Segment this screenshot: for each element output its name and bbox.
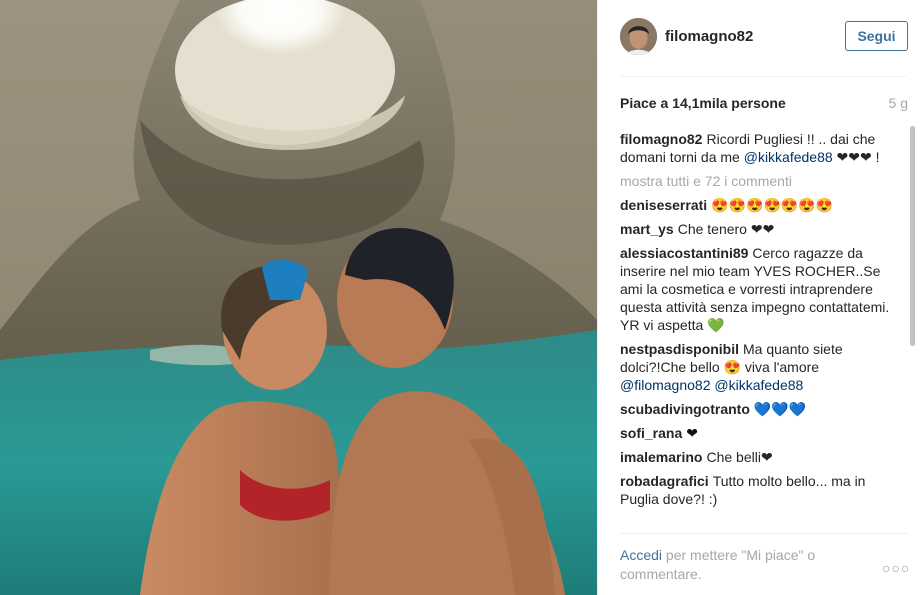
likes-row: Piace a 14,1mila persone 5 g [620,95,908,115]
comment-author[interactable]: scubadivingotranto [620,401,750,417]
caption-author[interactable]: filomagno82 [620,131,702,147]
login-link[interactable]: Accedi [620,547,662,563]
post-details-panel: filomagno82 Segui Piace a 14,1mila perso… [597,0,921,595]
comment-item: scubadivingotranto 💙💙💙 [620,400,900,418]
show-all-comments-link[interactable]: mostra tutti e 72 i commenti [620,172,900,190]
more-options-icon[interactable]: ○○○ [882,560,910,576]
comment-item: alessiacostantini89 Cerco ragazze da inse… [620,244,900,334]
caption: filomagno82 Ricordi Pugliesi !! .. dai ch… [620,130,900,166]
post-photo[interactable] [0,0,597,595]
post-username[interactable]: filomagno82 [665,28,753,45]
avatar-image [620,18,657,55]
scrollbar-thumb[interactable] [910,126,915,346]
post-viewer: filomagno82 Segui Piace a 14,1mila perso… [0,0,921,595]
likes-count[interactable]: Piace a 14,1mila persone [620,95,786,111]
comment-text: Che belli❤ [706,449,773,465]
comment-author[interactable]: mart_ys [620,221,674,237]
post-header: filomagno82 Segui [620,18,908,56]
caption-mention[interactable]: @kikkafede88 [744,149,833,165]
comment-item: imalemarino Che belli❤ [620,448,900,466]
comment-item: mart_ys Che tenero ❤❤ [620,220,900,238]
header-divider [620,76,906,77]
comment-author[interactable]: robadagrafici [620,473,709,489]
caption-text-end: ❤❤❤ ! [832,149,880,165]
comments-scrollbar[interactable] [910,126,915,524]
comment-mentions[interactable]: @filomagno82 @kikkafede88 [620,377,803,393]
comment-text: ❤ [686,425,698,441]
comment-text: 😍😍😍😍😍😍😍 [711,197,834,213]
comment-item: sofi_rana ❤ [620,424,900,442]
comments-list[interactable]: filomagno82 Ricordi Pugliesi !! .. dai ch… [620,130,900,528]
user-avatar[interactable] [620,18,657,55]
login-prompt: Accedi per mettere "Mi piace" o commenta… [620,546,870,584]
comment-author[interactable]: imalemarino [620,449,702,465]
sea-cave-photo [0,0,597,595]
comment-author[interactable]: deniseserrati [620,197,707,213]
comment-item: deniseserrati 😍😍😍😍😍😍😍 [620,196,900,214]
comment-author[interactable]: sofi_rana [620,425,682,441]
comment-item: robadagrafici Tutto molto bello... ma in … [620,472,900,508]
footer-divider [620,533,908,534]
comment-text: Che tenero ❤❤ [677,221,775,237]
comment-item: nestpasdisponibil Ma quanto siete dolci?!… [620,340,900,394]
post-time[interactable]: 5 g [889,95,908,111]
comment-author[interactable]: alessiacostantini89 [620,245,748,261]
comment-text: 💙💙💙 [753,401,807,417]
comment-author[interactable]: nestpasdisponibil [620,341,739,357]
follow-button[interactable]: Segui [845,21,908,51]
